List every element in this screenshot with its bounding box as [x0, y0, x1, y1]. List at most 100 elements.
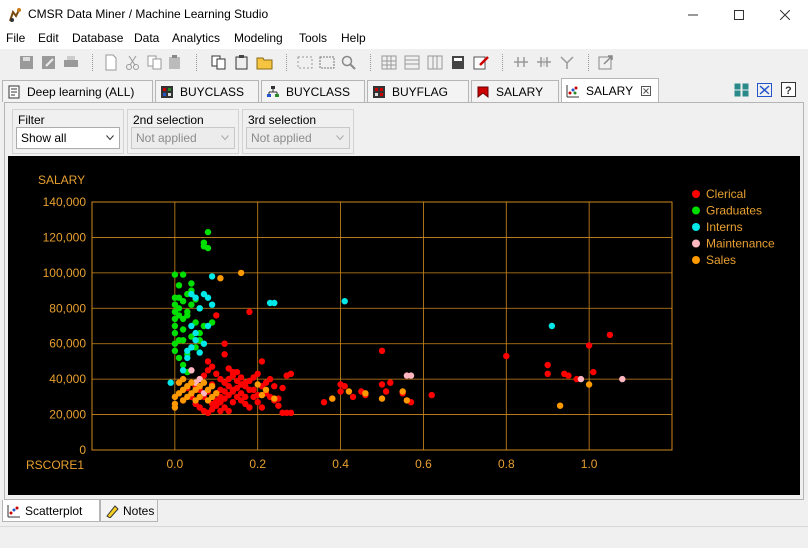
third-selection-value: Not applied — [251, 131, 312, 145]
status-bar — [0, 526, 808, 548]
point-clerical — [229, 386, 237, 393]
minimize-icon[interactable] — [670, 0, 716, 29]
point-maintenance — [188, 367, 195, 374]
close-icon[interactable] — [762, 0, 808, 29]
tab-salary-1[interactable]: SALARY — [471, 80, 559, 102]
point-clerical — [221, 388, 228, 395]
filter-label: Filter — [18, 113, 45, 127]
menu-analytics[interactable]: Analytics — [172, 31, 220, 45]
point-graduates — [171, 347, 179, 354]
export-icon[interactable] — [597, 54, 615, 71]
maximize-icon[interactable] — [716, 0, 762, 29]
second-selection-group: 2nd selection Not applied — [127, 109, 239, 154]
filter-select[interactable]: Show all — [16, 127, 120, 149]
point-sales — [345, 388, 353, 395]
database-icon[interactable] — [449, 54, 467, 71]
menu-help[interactable]: Help — [341, 31, 366, 45]
menu-file[interactable]: File — [6, 31, 25, 45]
edit-icon[interactable] — [472, 54, 490, 71]
scatter-plot[interactable]: SALARY RSCORE1 0 20,000 40,000 60,000 80,000… — [8, 156, 800, 495]
columns-icon[interactable] — [426, 54, 444, 71]
point-interns — [184, 347, 191, 354]
point-sales — [329, 395, 336, 402]
point-clerical — [387, 379, 394, 386]
select-all-icon[interactable] — [296, 54, 314, 71]
third-selection-select[interactable]: Not applied — [246, 127, 350, 149]
point-clerical — [287, 370, 295, 377]
table-icon[interactable] — [403, 54, 421, 71]
paste-model-icon[interactable] — [233, 54, 251, 71]
deselect-icon[interactable] — [318, 54, 336, 71]
help-icon[interactable]: ? — [781, 82, 796, 97]
tab-buyclass-grid[interactable]: BUYCLASS — [155, 80, 259, 102]
filter-group: Filter Show all — [12, 109, 124, 154]
save-as-icon[interactable] — [40, 54, 58, 71]
point-interns — [208, 301, 216, 308]
find-icon[interactable] — [340, 54, 358, 71]
point-sales — [171, 404, 179, 411]
point-sales — [362, 390, 369, 397]
scatter-icon — [7, 504, 20, 517]
second-selection-select[interactable]: Not applied — [131, 127, 235, 149]
x-tick-label: 0.6 — [415, 457, 432, 471]
cut-icon[interactable] — [124, 54, 142, 71]
new-icon[interactable] — [102, 54, 120, 71]
tile-windows-icon[interactable] — [734, 83, 749, 97]
tab-label: Deep learning (ALL) — [27, 84, 135, 99]
point-graduates — [179, 326, 187, 333]
point-interns — [200, 340, 208, 347]
tab-label: BUYCLASS — [180, 84, 245, 99]
print-icon[interactable] — [62, 54, 80, 71]
point-interns — [192, 337, 199, 344]
menu-modeling[interactable]: Modeling — [234, 31, 283, 45]
point-clerical — [565, 372, 572, 379]
point-graduates — [175, 354, 183, 362]
point-clerical — [341, 383, 348, 390]
legend-label-maintenance: Maintenance — [706, 237, 775, 251]
tab-salary-scatter[interactable]: SALARY — [561, 78, 659, 102]
point-sales — [254, 381, 261, 388]
tab-buyclass-tree[interactable]: BUYCLASS — [261, 80, 365, 102]
open-folder-icon[interactable] — [256, 54, 274, 71]
point-interns — [548, 322, 556, 330]
close-tab-icon[interactable] — [641, 85, 652, 96]
plot-frame — [91, 201, 673, 451]
point-clerical — [378, 347, 386, 354]
point-clerical — [258, 358, 266, 365]
copy-model-icon[interactable] — [210, 54, 228, 71]
app-icon — [9, 8, 21, 22]
merge-icon[interactable] — [558, 54, 576, 71]
point-clerical — [213, 312, 220, 319]
tab-deep-learning[interactable]: Deep learning (ALL) — [2, 80, 153, 102]
menu-database[interactable]: Database — [72, 31, 123, 45]
third-selection-group: 3rd selection Not applied — [242, 109, 354, 154]
legend-marker-clerical — [692, 190, 700, 198]
tab-label: BUYFLAG — [392, 84, 449, 99]
split-v-icon[interactable] — [535, 54, 553, 71]
y-tick-label: 60,000 — [49, 337, 86, 351]
save-icon[interactable] — [18, 54, 36, 71]
tab-buyflag[interactable]: BUYFLAG — [367, 80, 469, 102]
grid-view-icon[interactable] — [380, 54, 398, 71]
paste-icon[interactable] — [166, 54, 184, 71]
y-tick-label: 100,000 — [43, 266, 87, 280]
legend-label-sales: Sales — [706, 253, 736, 267]
point-interns — [188, 322, 195, 330]
split-h-icon[interactable] — [512, 54, 530, 71]
legend-label-interns: Interns — [706, 220, 743, 234]
menu-edit[interactable]: Edit — [38, 31, 59, 45]
point-clerical — [320, 399, 328, 406]
menu-tools[interactable]: Tools — [299, 31, 327, 45]
point-graduates — [204, 244, 212, 252]
scatter-plot-svg[interactable]: SALARY RSCORE1 0 20,000 40,000 60,000 80,000… — [8, 156, 800, 495]
point-interns — [204, 322, 212, 330]
point-clerical — [246, 308, 253, 315]
menu-bar: File Edit Database Data Analytics Modeli… — [0, 29, 808, 49]
copy-icon[interactable] — [146, 54, 164, 71]
tab-notes[interactable]: Notes — [100, 500, 158, 522]
point-interns — [196, 305, 203, 312]
menu-data[interactable]: Data — [134, 31, 159, 45]
point-clerical — [503, 352, 510, 360]
tab-scatterplot[interactable]: Scatterplot — [2, 500, 100, 522]
fullscreen-icon[interactable] — [757, 83, 772, 97]
